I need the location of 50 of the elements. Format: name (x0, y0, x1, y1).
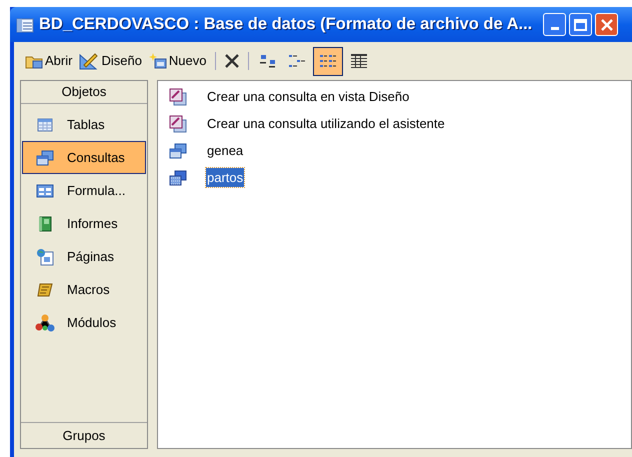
book-icon (38, 216, 52, 232)
list-item[interactable]: Crear una consulta en vista Diseño (206, 86, 410, 106)
details-view-icon (350, 53, 368, 69)
list-item[interactable]: Crear una consulta utilizando el asistente (206, 114, 446, 134)
object-type-label: Formula... (67, 182, 126, 200)
minimize-button[interactable] (543, 13, 566, 36)
maximize-button[interactable] (569, 13, 592, 36)
ruler-pencil-icon (79, 52, 100, 70)
delete-icon (224, 53, 240, 69)
object-type-item[interactable]: Consultas (22, 141, 146, 174)
scroll-icon (37, 282, 53, 296)
close-icon (600, 18, 613, 30)
list-item[interactable]: partos (206, 168, 244, 188)
object-type-item[interactable]: Tablas (22, 108, 146, 141)
wizard-icon (169, 114, 187, 132)
query-icon (36, 150, 54, 166)
query-icon (169, 142, 187, 158)
close-button[interactable] (595, 13, 618, 36)
object-type-label: Módulos (67, 314, 116, 332)
object-type-label: Tablas (67, 116, 105, 134)
table-icon (37, 118, 53, 132)
small-icons-view-icon (288, 54, 306, 68)
form-icon (36, 184, 54, 198)
toolbar-button[interactable]: Nuevo (146, 48, 208, 74)
view-button[interactable] (312, 46, 342, 76)
minimize-icon (550, 27, 559, 30)
molecule-icon (34, 312, 56, 332)
object-type-item[interactable]: Macros (22, 273, 146, 306)
list-item[interactable]: genea (206, 140, 244, 160)
list-view-icon (318, 53, 336, 69)
groups-header[interactable]: Grupos (21, 422, 147, 448)
query-icon (169, 170, 187, 186)
toolbar-button[interactable]: Abrir (23, 48, 74, 74)
object-type-item[interactable]: Formula... (22, 174, 146, 207)
toolbar-button[interactable]: Diseño (77, 48, 144, 74)
database-window-icon (16, 16, 34, 32)
object-type-item[interactable]: Informes (22, 207, 146, 240)
new-object-icon (148, 53, 167, 69)
globe-page-icon (36, 248, 54, 266)
object-type-item[interactable]: Páginas (22, 240, 146, 273)
wizard-icon (169, 88, 187, 106)
object-type-label: Páginas (67, 248, 114, 266)
large-icons-view-icon (258, 54, 276, 68)
object-type-label: Informes (67, 214, 118, 233)
object-type-label: Macros (67, 280, 110, 299)
maximize-icon (574, 18, 588, 30)
object-type-label: Consultas (67, 148, 125, 167)
objects-header: Objetos (21, 81, 147, 104)
object-type-item[interactable]: Módulos (22, 306, 146, 339)
window-title: BD_CERDOVASCO : Base de datos (Formato de archivo de A... (39, 14, 532, 36)
